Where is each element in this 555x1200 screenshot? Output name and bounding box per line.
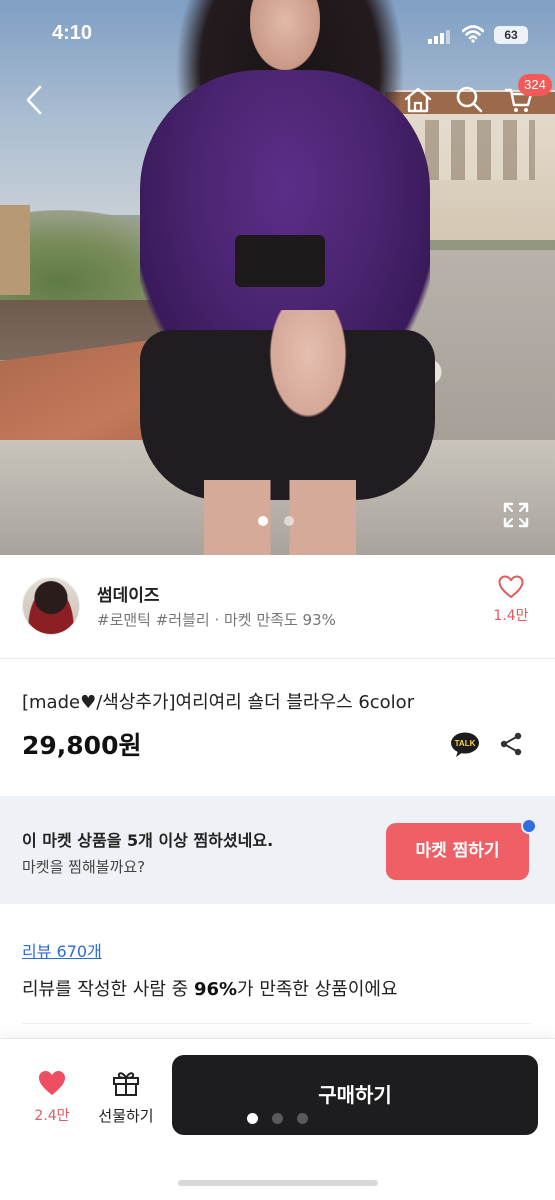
shop-tags: #로맨틱 #러블리 · 마켓 만족도 93% — [97, 611, 336, 629]
search-icon[interactable] — [454, 84, 484, 114]
status-bar: 4:10 63 — [0, 0, 555, 70]
wifi-icon — [462, 25, 484, 43]
review-summary-prefix: 리뷰를 작성한 사람 중 — [22, 979, 194, 1000]
gift-button[interactable]: 선물하기 — [92, 1069, 160, 1126]
share-icon[interactable] — [498, 731, 524, 757]
market-favorite-button[interactable]: 마켓 찜하기 — [386, 823, 529, 880]
status-time: 4:10 — [52, 22, 93, 44]
gallery-dot[interactable] — [284, 516, 294, 526]
review-summary-suffix: 가 만족한 상품이에요 — [237, 979, 398, 1000]
market-favorite-promo: 이 마켓 상품을 5개 이상 찜하셨네요. 마켓을 찜해볼까요? 마켓 찜하기 — [0, 796, 555, 904]
kakao-talk-icon[interactable]: TALK — [450, 732, 480, 758]
buy-button[interactable]: 구매하기 — [172, 1055, 538, 1135]
cellular-signal-icon — [428, 28, 452, 44]
product-title: [made♥/색상추가]여리여리 숄더 블라우스 6color — [22, 692, 415, 713]
shop-favorite-button[interactable]: 1.4만 — [487, 575, 535, 625]
gallery-dot[interactable] — [258, 516, 268, 526]
gift-icon — [113, 1072, 139, 1096]
expand-icon[interactable] — [503, 502, 529, 528]
promo-question: 마켓을 찜해볼까요? — [22, 858, 146, 876]
like-button[interactable]: 2.4만 — [28, 1069, 76, 1125]
promo-message: 이 마켓 상품을 5개 이상 찜하셨네요. — [22, 831, 274, 850]
image-model-hands — [268, 310, 348, 420]
divider — [22, 1023, 532, 1024]
shop-name[interactable]: 썸데이즈 — [97, 581, 160, 606]
top-navigation: 324 — [0, 74, 555, 122]
heart-outline-icon — [498, 575, 524, 598]
page-indicator-dot — [297, 1113, 308, 1124]
gift-label: 선물하기 — [98, 1107, 154, 1125]
shop-favorite-count: 1.4만 — [493, 608, 529, 624]
page-indicator-dot — [272, 1113, 283, 1124]
cart-count-badge: 324 — [518, 74, 552, 96]
shop-avatar[interactable] — [22, 577, 80, 635]
image-model-bag — [235, 235, 325, 287]
review-satisfaction-rate: 96% — [193, 979, 238, 1000]
battery-indicator: 63 — [494, 26, 528, 44]
page-indicator-dot — [247, 1113, 258, 1124]
image-tower — [0, 205, 30, 295]
kakao-talk-label: TALK — [455, 739, 476, 748]
home-indicator[interactable] — [178, 1180, 378, 1186]
gallery-pagination — [258, 516, 298, 528]
home-icon[interactable] — [402, 84, 434, 116]
product-info: [made♥/색상추가]여리여리 숄더 블라우스 6color 29,800원 … — [0, 660, 555, 796]
review-count-link[interactable]: 리뷰 670개 — [22, 938, 102, 962]
product-price: 29,800원 — [22, 731, 142, 760]
shop-info[interactable]: 썸데이즈 #로맨틱 #러블리 · 마켓 만족도 93% 1.4만 — [0, 555, 555, 659]
review-section: 리뷰 670개 리뷰를 작성한 사람 중 96%가 만족한 상품이에요 — [0, 905, 555, 1035]
back-arrow-icon[interactable] — [20, 82, 50, 118]
page-indicator — [247, 1113, 308, 1124]
like-count: 2.4만 — [34, 1108, 70, 1124]
review-summary: 리뷰를 작성한 사람 중 96%가 만족한 상품이에요 — [22, 975, 398, 1001]
notification-dot — [521, 818, 537, 834]
heart-filled-icon — [39, 1071, 65, 1095]
